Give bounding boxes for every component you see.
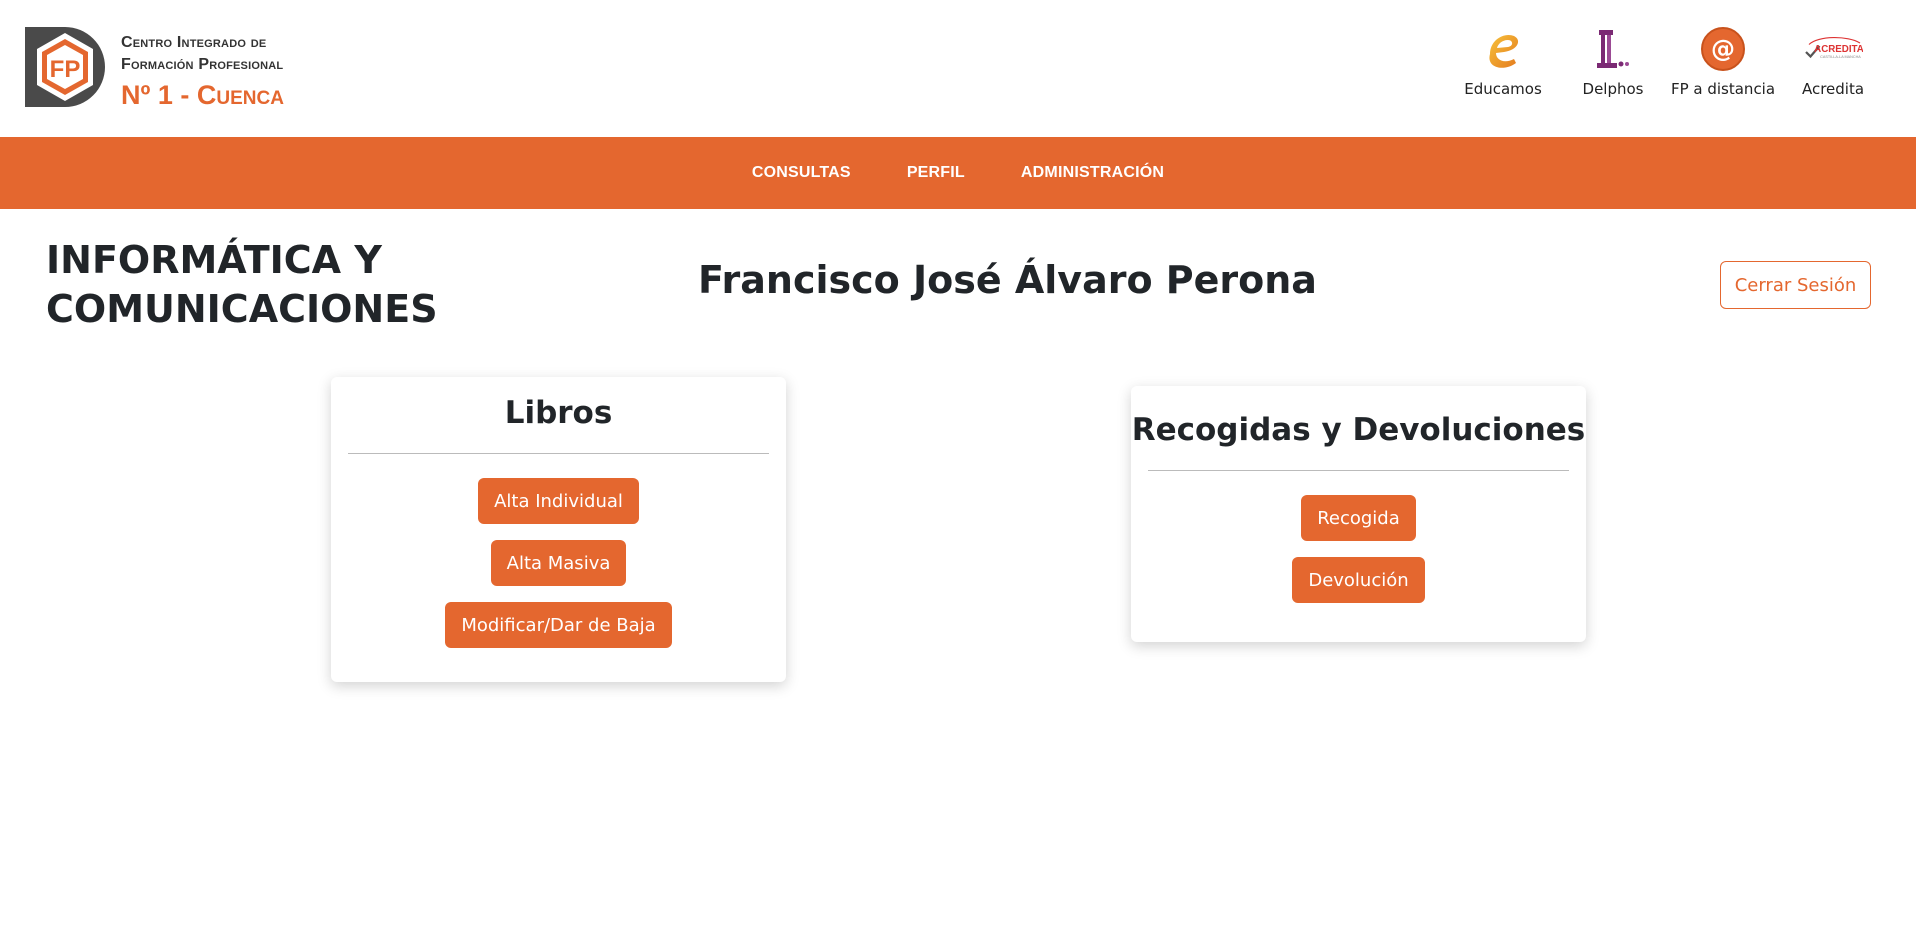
alta-masiva-button[interactable]: Alta Masiva [490, 540, 627, 586]
delphos-icon [1583, 24, 1643, 74]
svg-text:@: @ [1711, 35, 1735, 63]
card-divider [348, 453, 769, 454]
nav-perfil[interactable]: PERFIL [907, 164, 965, 182]
educamos-icon [1473, 24, 1533, 74]
devolucion-button[interactable]: Devolución [1292, 557, 1425, 603]
nav-administracion[interactable]: ADMINISTRACIÓN [1021, 164, 1164, 182]
acredita-label: Acredita [1801, 80, 1865, 98]
department-title: INFORMÁTICA Y COMUNICACIONES [46, 238, 438, 331]
fp-distancia-link[interactable]: @ FP a distancia [1668, 24, 1778, 98]
acredita-icon: ACREDITA CASTILLA-LA MANCHA [1803, 24, 1863, 74]
alta-individual-button[interactable]: Alta Individual [478, 478, 639, 524]
delphos-label: Delphos [1582, 80, 1644, 98]
libros-card: Libros Alta Individual Alta Masiva Modif… [331, 377, 786, 682]
site-header: FP Centro Integrado de Formación Profesi… [0, 0, 1916, 137]
fp-distancia-label: FP a distancia [1670, 80, 1776, 98]
svg-text:CASTILLA-LA MANCHA: CASTILLA-LA MANCHA [1820, 55, 1861, 59]
logo-line-3: Nº 1 - Cuenca [121, 80, 284, 110]
educamos-label: Educamos [1464, 80, 1542, 98]
fp-distancia-icon: @ [1693, 24, 1753, 74]
educamos-link[interactable]: Educamos [1448, 24, 1558, 98]
logo-line-2: Formación Profesional [121, 56, 284, 73]
svg-text:FP: FP [50, 56, 81, 83]
nav-consultas[interactable]: CONSULTAS [752, 164, 851, 182]
acredita-link[interactable]: ACREDITA CASTILLA-LA MANCHA Acredita [1778, 24, 1888, 98]
recogidas-card-title: Recogidas y Devoluciones [1131, 412, 1586, 448]
site-logo[interactable]: FP Centro Integrado de Formación Profesi… [25, 27, 284, 112]
libros-card-title: Libros [504, 395, 613, 431]
logout-button[interactable]: Cerrar Sesión [1720, 261, 1871, 309]
logo-line-1: Centro Integrado de [121, 34, 267, 51]
delphos-link[interactable]: Delphos [1558, 24, 1668, 98]
fp-logo-icon: FP [25, 27, 106, 107]
external-links: Educamos Delphos @ FP a distancia ACREDI… [1448, 24, 1888, 98]
svg-text:ACREDITA: ACREDITA [1814, 44, 1863, 55]
main-navbar: CONSULTAS PERFIL ADMINISTRACIÓN [0, 137, 1916, 209]
recogidas-devoluciones-card: Recogidas y Devoluciones Recogida Devolu… [1131, 386, 1586, 642]
recogida-button[interactable]: Recogida [1301, 495, 1416, 541]
card-divider [1148, 470, 1569, 471]
user-name: Francisco José Álvaro Perona [698, 258, 1317, 302]
modificar-dar-baja-button[interactable]: Modificar/Dar de Baja [445, 602, 672, 648]
